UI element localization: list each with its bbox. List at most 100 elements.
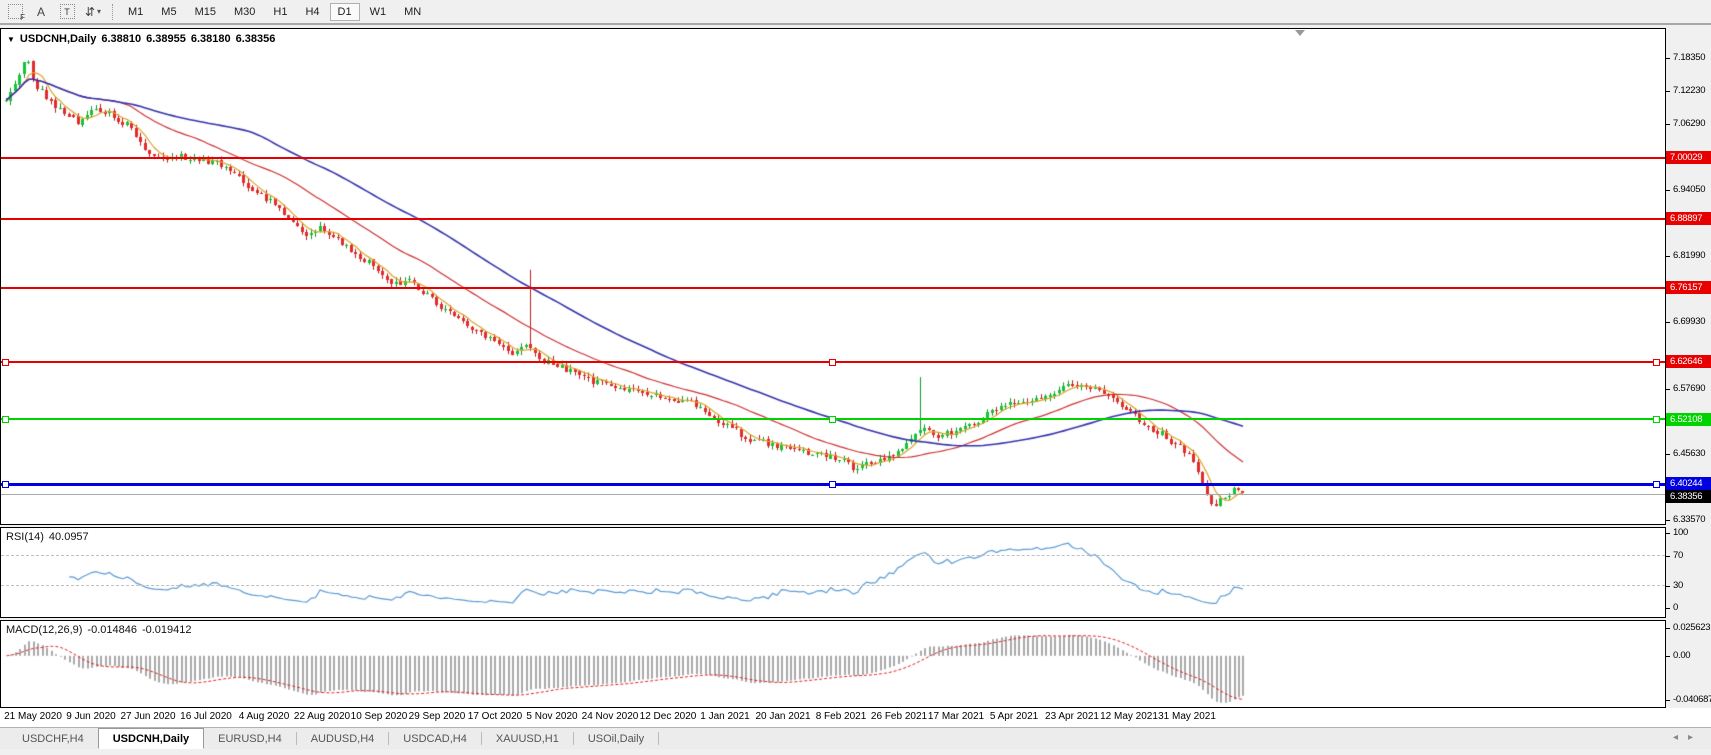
price-tick-label: 7.12230: [1673, 85, 1705, 96]
macd-label: MACD(12,26,9)-0.014846-0.019412: [6, 624, 197, 636]
hline-handle[interactable]: [1653, 481, 1660, 488]
price-tick-label: 6.57690: [1673, 383, 1705, 394]
tab-separator: [658, 732, 659, 745]
timeframe-mn[interactable]: MN: [396, 3, 429, 21]
grid-f-icon[interactable]: F: [4, 3, 26, 21]
date-axis[interactable]: 21 May 20209 Jun 202027 Jun 202016 Jul 2…: [0, 708, 1711, 727]
timeframe-h1[interactable]: H1: [265, 3, 295, 21]
macd-tick-mark: [1666, 628, 1670, 629]
price-axis[interactable]: 7.183507.122307.062906.940506.819906.699…: [1666, 28, 1711, 708]
hline-handle[interactable]: [2, 416, 9, 423]
macd-tick-label: 0.025623: [1673, 622, 1710, 633]
rsi-level-70: [1, 555, 1665, 556]
rsi-tick-mark: [1666, 533, 1670, 534]
timeframe-h4[interactable]: H4: [297, 3, 327, 21]
price-line-label: 6.52108: [1666, 413, 1711, 426]
hline-handle[interactable]: [1653, 416, 1660, 423]
date-label: 24 Nov 2020: [582, 711, 639, 722]
date-label: 16 Jul 2020: [180, 711, 232, 722]
price-tick-mark: [1666, 91, 1670, 92]
timeframe-d1[interactable]: D1: [330, 3, 360, 21]
price-line-label: 7.00029: [1666, 151, 1711, 164]
chart-title: ▼USDCNH,Daily6.388106.389556.381806.3835…: [7, 33, 280, 45]
price-tick-mark: [1666, 256, 1670, 257]
timeframe-buttons: M1M5M15M30H1H4D1W1MN: [119, 3, 430, 21]
timeframe-m5[interactable]: M5: [153, 3, 184, 21]
macd-tick-mark: [1666, 700, 1670, 701]
price-tick-mark: [1666, 322, 1670, 323]
macd-canvas[interactable]: [1, 621, 1665, 707]
timeframe-m30[interactable]: M30: [226, 3, 263, 21]
tab-usoil[interactable]: USOil,Daily: [574, 728, 658, 749]
price-tick-label: 7.18350: [1673, 52, 1705, 63]
tab-eurusd[interactable]: EURUSD,H4: [204, 728, 296, 749]
hline-handle[interactable]: [829, 359, 836, 366]
date-label: 10 Sep 2020: [351, 711, 408, 722]
date-label: 21 May 2020: [4, 711, 62, 722]
date-label: 20 Jan 2021: [755, 711, 810, 722]
timeframe-w1[interactable]: W1: [362, 3, 395, 21]
date-label: 8 Feb 2021: [816, 711, 867, 722]
date-label: 17 Oct 2020: [468, 711, 522, 722]
hline-handle[interactable]: [829, 416, 836, 423]
date-label: 23 Apr 2021: [1045, 711, 1099, 722]
date-label: 9 Jun 2020: [66, 711, 116, 722]
hline-handle[interactable]: [2, 481, 9, 488]
price-canvas[interactable]: [1, 29, 1665, 524]
chart-tab-bar: ◂▸ USDCHF,H4USDCNH,DailyEURUSD,H4AUDUSD,…: [0, 727, 1711, 749]
low-value: 6.38180: [191, 33, 231, 45]
rsi-tick-label: 70: [1673, 550, 1683, 561]
rsi-tick-label: 0: [1673, 602, 1678, 613]
chart-shift-marker-icon[interactable]: [1295, 30, 1305, 36]
tab-usdcad[interactable]: USDCAD,H4: [389, 728, 481, 749]
price-tick-mark: [1666, 389, 1670, 390]
timeframe-m1[interactable]: M1: [120, 3, 151, 21]
rsi-tick-mark: [1666, 586, 1670, 587]
tab-scroll-right-icon[interactable]: ▸: [1688, 732, 1703, 743]
timeframe-m15[interactable]: M15: [187, 3, 224, 21]
date-label: 1 Jan 2021: [700, 711, 750, 722]
main-price-pane: ▼USDCNH,Daily6.388106.389556.381806.3835…: [0, 28, 1666, 525]
tab-scroll-arrows[interactable]: ◂▸: [1673, 732, 1703, 743]
hline-7.00029[interactable]: [1, 157, 1665, 159]
tab-xauusd[interactable]: XAUUSD,H1: [482, 728, 573, 749]
macd-tick-mark: [1666, 656, 1670, 657]
rsi-canvas[interactable]: [1, 528, 1665, 617]
hline-handle[interactable]: [829, 481, 836, 488]
tab-usdchf[interactable]: USDCHF,H4: [8, 728, 98, 749]
date-label: 17 Mar 2021: [928, 711, 984, 722]
rsi-level-30: [1, 585, 1665, 586]
rsi-label: RSI(14)40.0957: [6, 531, 94, 543]
price-tick-mark: [1666, 124, 1670, 125]
tab-usdcnh[interactable]: USDCNH,Daily: [98, 728, 204, 749]
rsi-value: 40.0957: [49, 531, 89, 543]
price-line-label: 6.38356: [1666, 490, 1711, 503]
text-label-icon[interactable]: T: [56, 3, 78, 21]
price-tick-label: 6.45630: [1673, 448, 1705, 459]
symbol-label: USDCNH,Daily: [20, 33, 96, 45]
date-label: 5 Nov 2020: [526, 711, 577, 722]
macd-tick-label: 0.00: [1673, 650, 1690, 661]
macd-pane: MACD(12,26,9)-0.014846-0.019412: [0, 620, 1666, 708]
cursor-arrows-icon[interactable]: ⇵ ▾: [82, 3, 104, 21]
hline-handle[interactable]: [1653, 359, 1660, 366]
toolbar: F A T ⇵ ▾ M1M5M15M30H1H4D1W1MN: [0, 0, 1711, 25]
hline-6.88897[interactable]: [1, 218, 1665, 220]
tab-audusd[interactable]: AUDUSD,H4: [297, 728, 389, 749]
date-label: 29 Sep 2020: [409, 711, 466, 722]
collapse-triangle-icon[interactable]: ▼: [7, 35, 15, 44]
macd-value: -0.014846: [87, 624, 137, 636]
toolbar-grip[interactable]: [112, 4, 113, 20]
hline-6.76157[interactable]: [1, 287, 1665, 289]
price-tick-label: 6.81990: [1673, 250, 1705, 261]
high-value: 6.38955: [146, 33, 186, 45]
rsi-pane: RSI(14)40.0957: [0, 527, 1666, 618]
macd-tick-label: -0.040687: [1673, 694, 1711, 705]
hline-handle[interactable]: [2, 359, 9, 366]
font-a-icon[interactable]: A: [30, 3, 52, 21]
tab-scroll-left-icon[interactable]: ◂: [1673, 732, 1688, 743]
price-line-label: 6.62646: [1666, 355, 1711, 368]
price-tick-label: 6.33570: [1673, 514, 1705, 525]
price-tick-label: 6.69930: [1673, 316, 1705, 327]
dropdown-caret-icon[interactable]: ▾: [97, 7, 101, 16]
